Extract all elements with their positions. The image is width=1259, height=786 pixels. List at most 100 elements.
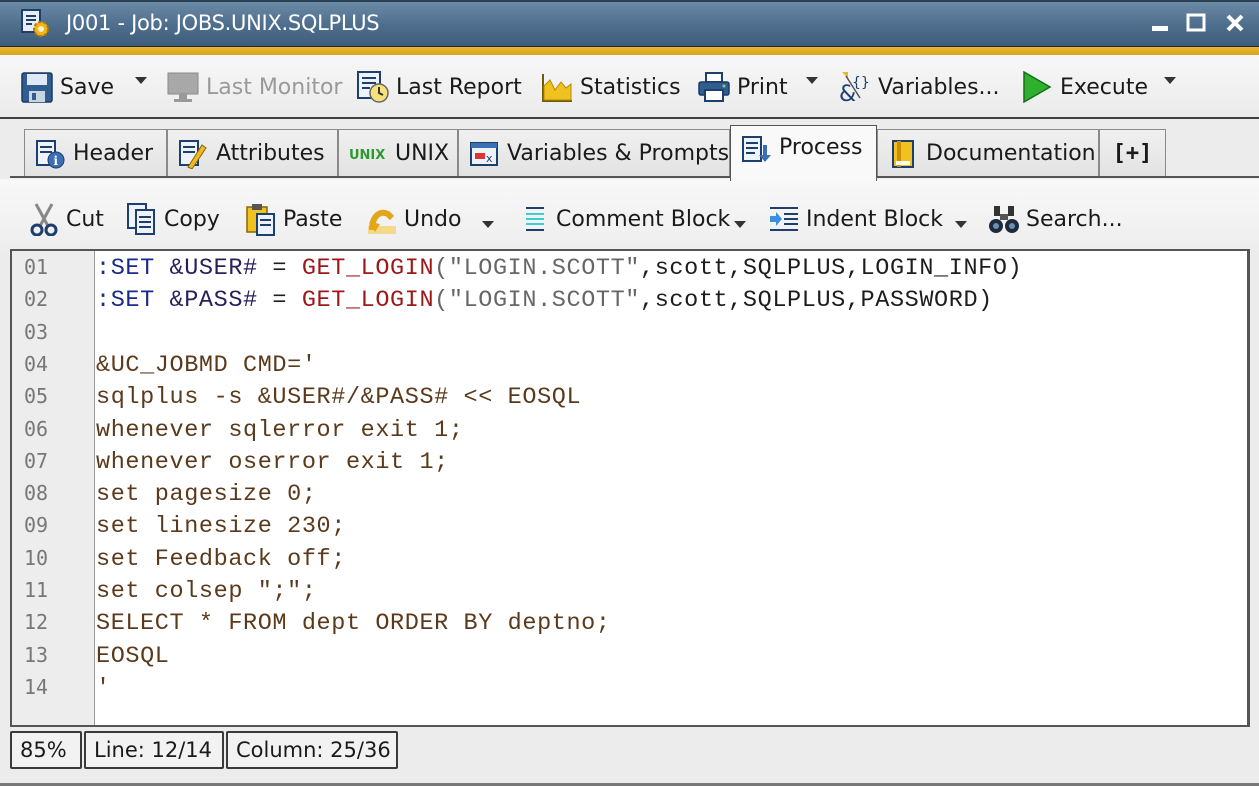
variables-label: Variables...: [878, 74, 1000, 100]
code-token: sqlplus -s &USER#/&PASS# << EOSQL: [96, 384, 582, 412]
code-token: set pagesize 0;: [96, 481, 317, 509]
code-line[interactable]: set Feedback off;: [96, 546, 346, 573]
code-token: GET_LOGIN: [301, 255, 435, 282]
maximize-icon[interactable]: [1183, 10, 1209, 36]
line-number: 02: [24, 287, 49, 312]
last-report-button[interactable]: Last Report: [356, 67, 522, 107]
process-icon: [741, 135, 771, 165]
status-bar: 85% Line: 12/14 Column: 25/36: [0, 727, 1259, 786]
undo-label: Undo: [404, 206, 462, 232]
code-line[interactable]: set linesize 230;: [96, 513, 346, 540]
code-line[interactable]: ': [96, 675, 111, 702]
zoom-level: 85%: [10, 731, 82, 769]
line-number: 12: [24, 610, 49, 635]
execute-label: Execute: [1060, 74, 1148, 100]
attributes-icon: [178, 139, 208, 170]
documentation-icon: [888, 139, 918, 169]
code-token: set Feedback off;: [96, 545, 346, 573]
code-line[interactable]: whenever oserror exit 1;: [96, 449, 449, 476]
print-label: Print: [737, 74, 788, 100]
indent-block-label: Indent Block: [806, 206, 943, 232]
edit-toolbar: Cut Copy Paste Undo Comment Block Indent…: [0, 179, 1259, 249]
save-icon: [20, 70, 54, 104]
title-bar: J001 - Job: JOBS.UNIX.SQLPLUS: [0, 0, 1259, 46]
code-line[interactable]: set colsep ";";: [96, 578, 317, 605]
tab-header[interactable]: i Header: [24, 129, 167, 177]
code-token: EOSQL: [96, 642, 170, 670]
code-token: ,scott,SQLPLUS,PASSWORD): [640, 287, 993, 315]
execute-button[interactable]: Execute: [1020, 67, 1148, 107]
copy-icon: [126, 202, 158, 236]
execute-dropdown-caret[interactable]: [1164, 77, 1176, 84]
paste-button[interactable]: Paste: [245, 199, 342, 239]
tab-label: Attributes: [216, 141, 325, 166]
code-token: :SET: [96, 287, 170, 315]
code-token: :SET: [96, 255, 170, 282]
tab-process[interactable]: Process: [730, 125, 877, 181]
svg-text:x: x: [486, 152, 493, 165]
statistics-button[interactable]: Statistics: [540, 67, 681, 107]
line-position: Line: 12/14: [84, 731, 224, 769]
code-token: set colsep ";";: [96, 578, 317, 605]
code-token: =: [257, 287, 302, 315]
monitor-icon: [166, 70, 200, 104]
line-number: 06: [24, 416, 49, 441]
line-number: 13: [24, 642, 49, 667]
tab-attributes[interactable]: Attributes: [167, 129, 338, 177]
close-icon[interactable]: [1222, 10, 1248, 36]
undo-dropdown-caret[interactable]: [482, 221, 494, 228]
cut-button[interactable]: Cut: [28, 199, 104, 239]
binoculars-icon: [988, 202, 1020, 236]
indent-block-dropdown-caret[interactable]: [955, 221, 967, 228]
code-line[interactable]: :SET &USER# = GET_LOGIN("LOGIN.SCOTT",sc…: [96, 255, 1022, 282]
comment-block-icon: [518, 202, 550, 236]
code-line[interactable]: SELECT * FROM dept ORDER BY deptno;: [96, 610, 611, 637]
code-line[interactable]: whenever sqlerror exit 1;: [96, 417, 464, 444]
copy-button[interactable]: Copy: [126, 199, 220, 239]
line-number: 08: [24, 481, 49, 506]
code-token: =: [257, 255, 302, 282]
comment-block-button[interactable]: Comment Block: [518, 199, 730, 239]
search-button[interactable]: Search...: [988, 199, 1123, 239]
variables-icon: & {}: [838, 70, 872, 107]
statistics-label: Statistics: [580, 74, 681, 100]
code-line[interactable]: :SET &PASS# = GET_LOGIN("LOGIN.SCOTT",sc…: [96, 287, 993, 314]
tab-label: Header: [73, 141, 154, 166]
tab-variables-prompts[interactable]: x Variables & Prompts: [458, 129, 730, 177]
indent-block-icon: [768, 202, 800, 236]
comment-block-dropdown-caret[interactable]: [734, 221, 746, 228]
line-number: 04: [24, 351, 49, 376]
tab-add[interactable]: [+]: [1099, 129, 1166, 177]
tab-unix[interactable]: UNIX UNIX: [338, 129, 458, 177]
variables-button[interactable]: & {} Variables...: [838, 67, 1000, 107]
minimize-icon[interactable]: [1147, 10, 1173, 36]
svg-text:i: i: [54, 154, 59, 168]
scissors-icon: [28, 202, 60, 237]
tab-strip: i Header Attributes UNIX UNIX x Variable…: [0, 119, 1259, 181]
code-line[interactable]: &UC_JOBMD CMD=': [96, 352, 317, 379]
code-token: ': [96, 674, 111, 702]
tab-documentation[interactable]: Documentation: [877, 129, 1099, 177]
code-line[interactable]: sqlplus -s &USER#/&PASS# << EOSQL: [96, 384, 581, 411]
code-line[interactable]: EOSQL: [96, 643, 170, 670]
unix-icon: UNIX: [349, 147, 386, 163]
print-button[interactable]: Print: [697, 67, 788, 107]
code-editor[interactable]: 01 02 03 04 05 06 07 08 09 10 11 12 13 14 :SET &USER#…: [10, 249, 1250, 727]
line-number-gutter: 01 02 03 04 05 06 07 08 09 10 11 12 13 14: [12, 251, 95, 725]
code-line[interactable]: set pagesize 0;: [96, 481, 317, 508]
last-monitor-button: Last Monitor: [166, 67, 342, 107]
save-label: Save: [60, 74, 115, 100]
comment-block-label: Comment Block: [556, 206, 731, 232]
save-button[interactable]: Save: [20, 67, 114, 107]
header-info-icon: i: [35, 139, 65, 169]
save-dropdown-caret[interactable]: [135, 77, 147, 84]
indent-block-button[interactable]: Indent Block: [768, 199, 943, 239]
statistics-chart-icon: [540, 70, 574, 104]
code-token: &USER#: [169, 255, 258, 282]
tab-label: Process: [779, 135, 863, 160]
paste-label: Paste: [283, 206, 343, 232]
undo-button[interactable]: Undo: [366, 199, 461, 239]
print-dropdown-caret[interactable]: [806, 77, 818, 84]
last-monitor-label: Last Monitor: [206, 74, 343, 100]
code-token: &PASS#: [169, 287, 258, 315]
